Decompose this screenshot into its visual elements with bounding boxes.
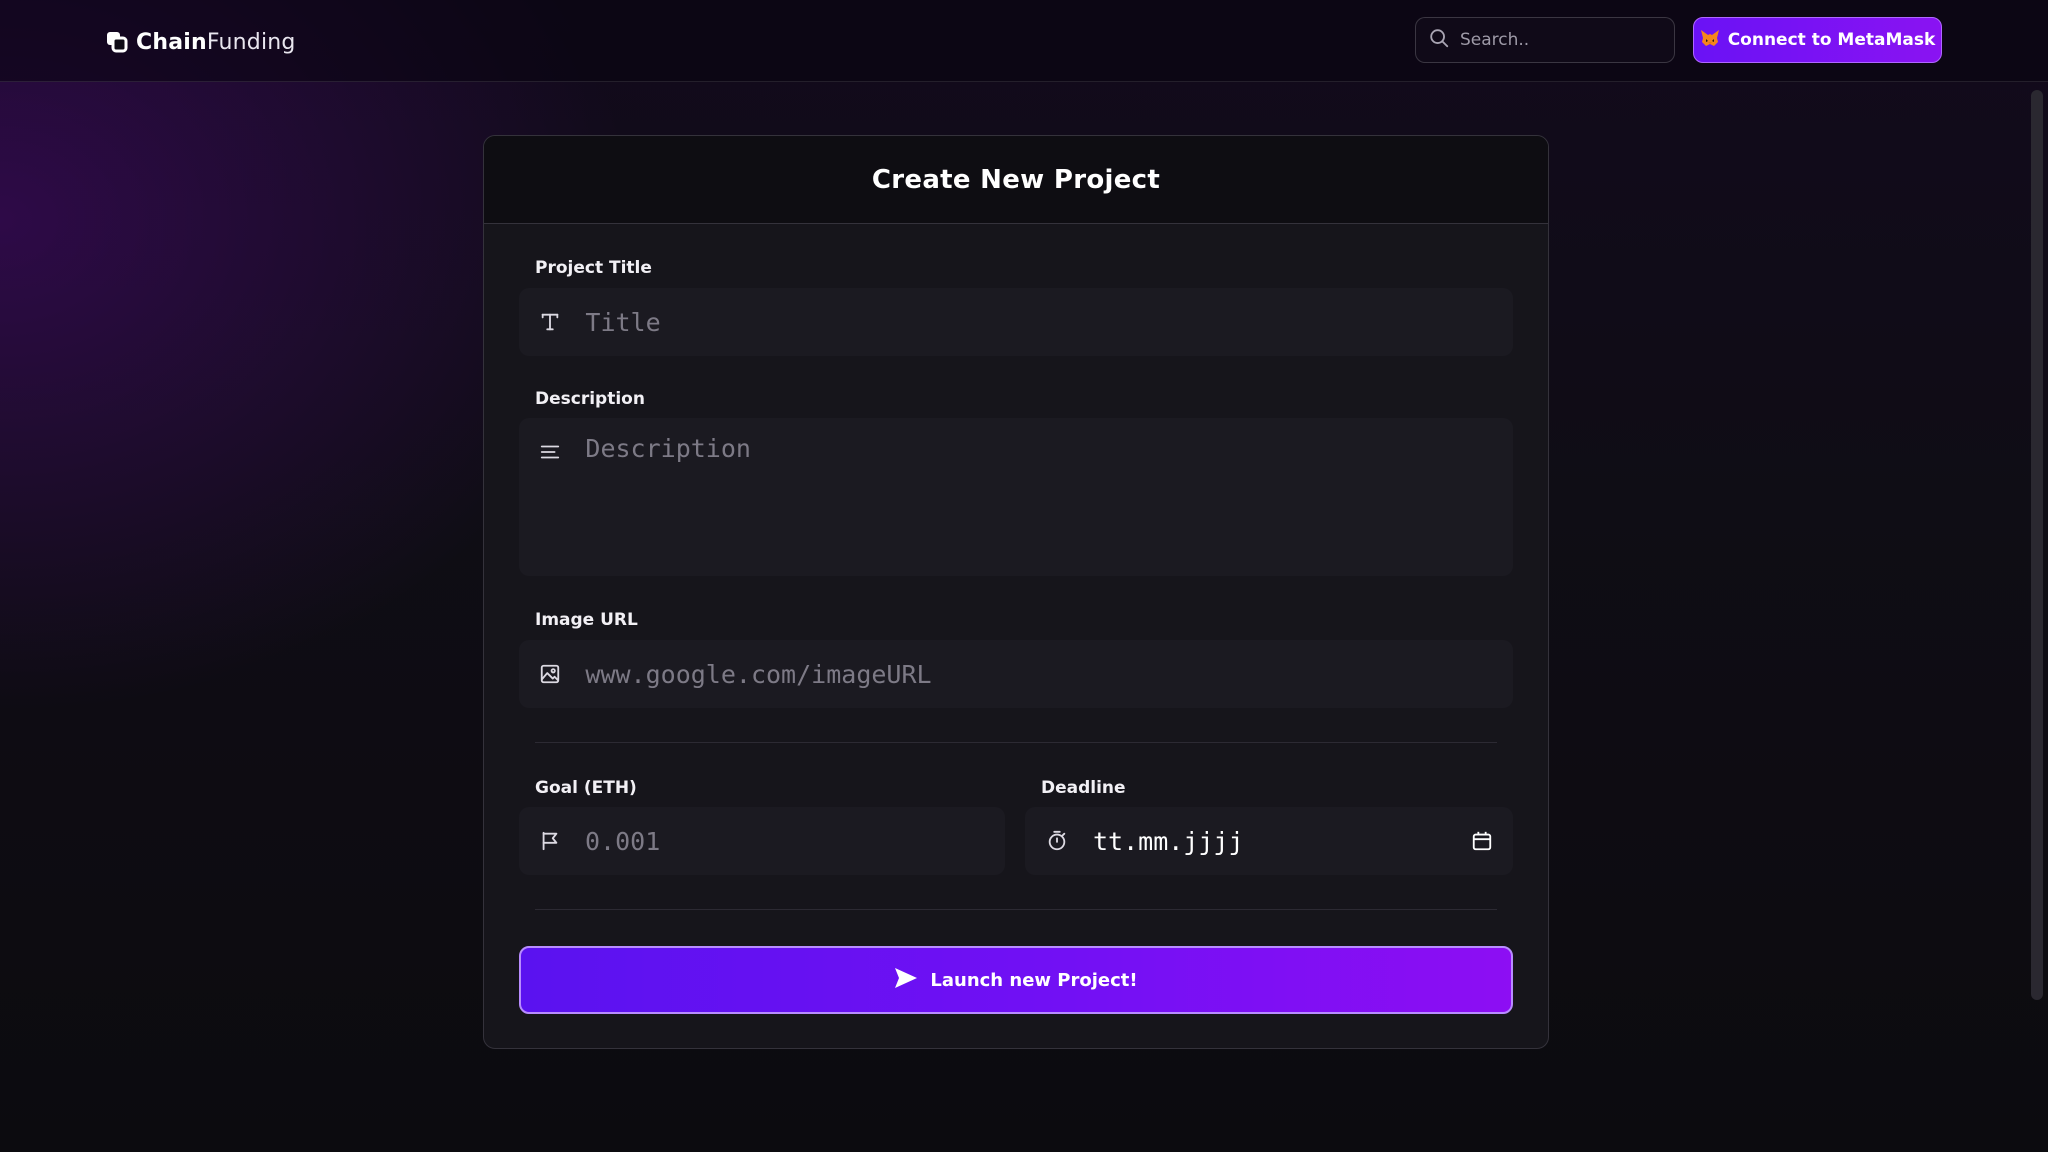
goal-input[interactable]: [585, 826, 1005, 856]
calendar-icon[interactable]: [1471, 830, 1493, 852]
project-title-input[interactable]: [585, 307, 1513, 337]
goal-label: Goal (ETH): [535, 778, 637, 798]
brand-name: ChainFunding: [136, 29, 296, 55]
text-align-left-icon: [539, 440, 561, 464]
card-header: Create New Project: [484, 136, 1548, 224]
deadline-date-value[interactable]: tt.mm.jjjj: [1093, 827, 1471, 856]
text-t-icon: [539, 310, 561, 334]
image-url-field[interactable]: [519, 640, 1513, 708]
create-project-card: Create New Project Project Title Descrip…: [483, 135, 1549, 1049]
logo-icon: [106, 31, 128, 53]
project-title-label: Project Title: [535, 258, 652, 278]
search-input[interactable]: [1460, 30, 1660, 50]
send-icon: [894, 967, 918, 994]
launch-project-button[interactable]: Launch new Project!: [519, 946, 1513, 1014]
deadline-field[interactable]: tt.mm.jjjj: [1025, 807, 1513, 875]
description-field[interactable]: [519, 418, 1513, 576]
search-box[interactable]: [1415, 17, 1675, 63]
connect-metamask-label: Connect to MetaMask: [1727, 30, 1936, 50]
image-url-input[interactable]: [585, 659, 1513, 689]
flag-icon: [539, 829, 561, 853]
project-title-field[interactable]: [519, 288, 1513, 356]
description-input[interactable]: [585, 418, 1513, 538]
image-icon: [539, 662, 561, 686]
top-navbar: ChainFunding Connect to MetaMask: [0, 0, 2048, 82]
page-scrollbar[interactable]: [2031, 90, 2043, 1000]
launch-project-label: Launch new Project!: [930, 969, 1138, 991]
metamask-fox-icon: [1700, 29, 1720, 52]
timer-icon: [1045, 829, 1069, 853]
section-divider: [535, 742, 1497, 743]
connect-metamask-button[interactable]: Connect to MetaMask: [1693, 17, 1942, 63]
description-label: Description: [535, 389, 645, 409]
section-divider: [535, 909, 1497, 910]
brand-logo[interactable]: ChainFunding: [106, 28, 296, 56]
image-url-label: Image URL: [535, 610, 638, 630]
deadline-label: Deadline: [1041, 778, 1126, 798]
search-icon: [1428, 27, 1450, 53]
page-title: Create New Project: [871, 164, 1161, 195]
goal-field[interactable]: [519, 807, 1005, 875]
